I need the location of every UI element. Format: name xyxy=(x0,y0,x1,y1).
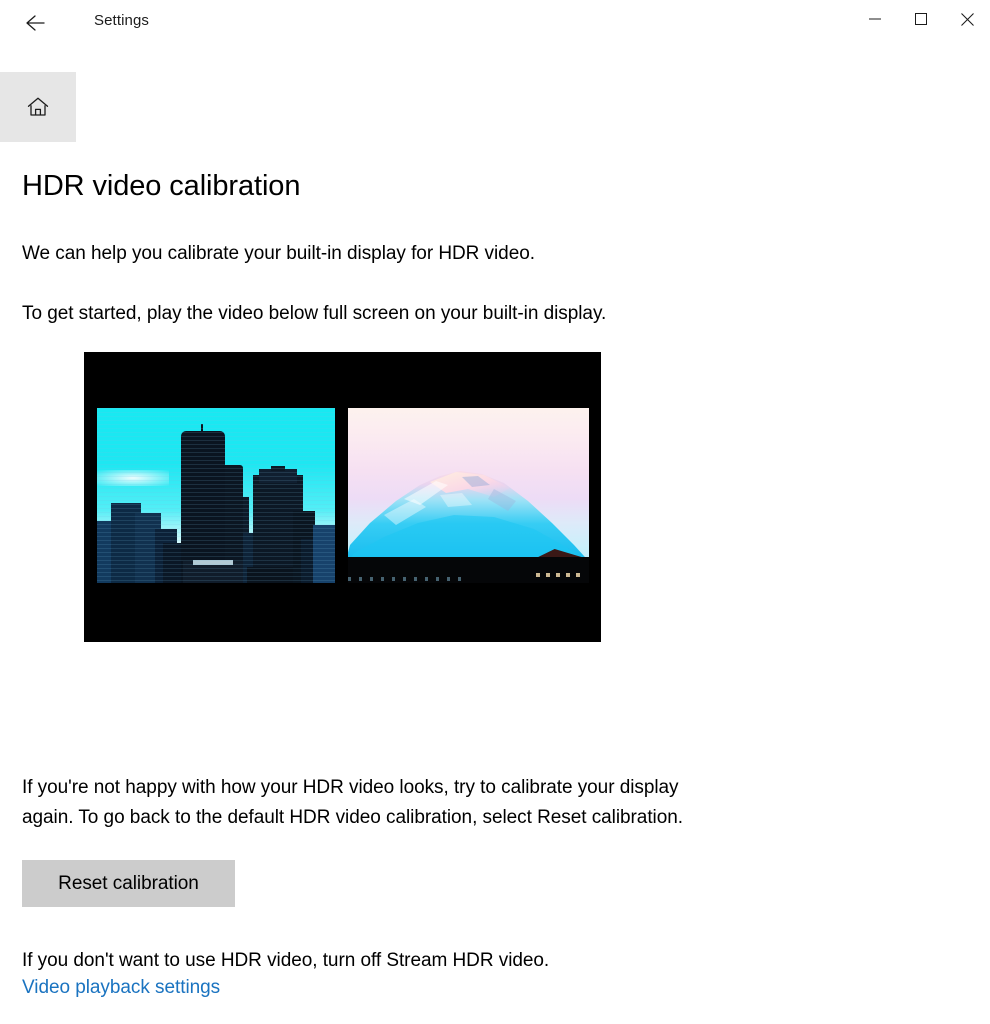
hdr-calibration-video-thumbnail[interactable] xyxy=(84,352,601,642)
minimize-icon xyxy=(869,13,881,25)
app-title: Settings xyxy=(94,12,149,29)
close-button[interactable] xyxy=(944,0,990,38)
back-arrow-icon xyxy=(24,12,46,34)
building-silhouette xyxy=(247,567,293,583)
close-icon xyxy=(960,12,974,26)
mountain-silhouette xyxy=(348,471,589,567)
back-button[interactable] xyxy=(12,2,58,44)
intro-paragraph: We can help you calibrate your built-in … xyxy=(22,243,535,264)
get-started-paragraph: To get started, play the video below ful… xyxy=(22,303,607,324)
maximize-icon xyxy=(915,13,927,25)
home-button[interactable] xyxy=(0,72,76,142)
reset-calibration-button[interactable]: Reset calibration xyxy=(22,860,235,907)
recalibrate-paragraph: If you're not happy with how your HDR vi… xyxy=(22,777,683,828)
building-crown xyxy=(259,469,297,483)
title-bar: Settings xyxy=(0,0,990,46)
rooftop-highlight xyxy=(193,560,233,565)
video-playback-settings-link[interactable]: Video playback settings xyxy=(22,974,220,1002)
cloud-decoration xyxy=(97,470,169,486)
turn-off-paragraph: If you don't want to use HDR video, turn… xyxy=(22,950,550,971)
maximize-button[interactable] xyxy=(898,0,944,38)
building-antenna xyxy=(271,466,285,471)
city-skyline-image xyxy=(97,408,335,583)
page-title: HDR video calibration xyxy=(22,170,301,203)
home-icon xyxy=(25,94,51,120)
window-caption-buttons xyxy=(852,0,990,38)
distant-lights xyxy=(348,577,468,581)
mount-rainier-image xyxy=(348,408,589,583)
tower-mast xyxy=(201,424,203,433)
window-lights xyxy=(536,573,580,577)
minimize-button[interactable] xyxy=(852,0,898,38)
building-silhouette xyxy=(313,525,335,583)
